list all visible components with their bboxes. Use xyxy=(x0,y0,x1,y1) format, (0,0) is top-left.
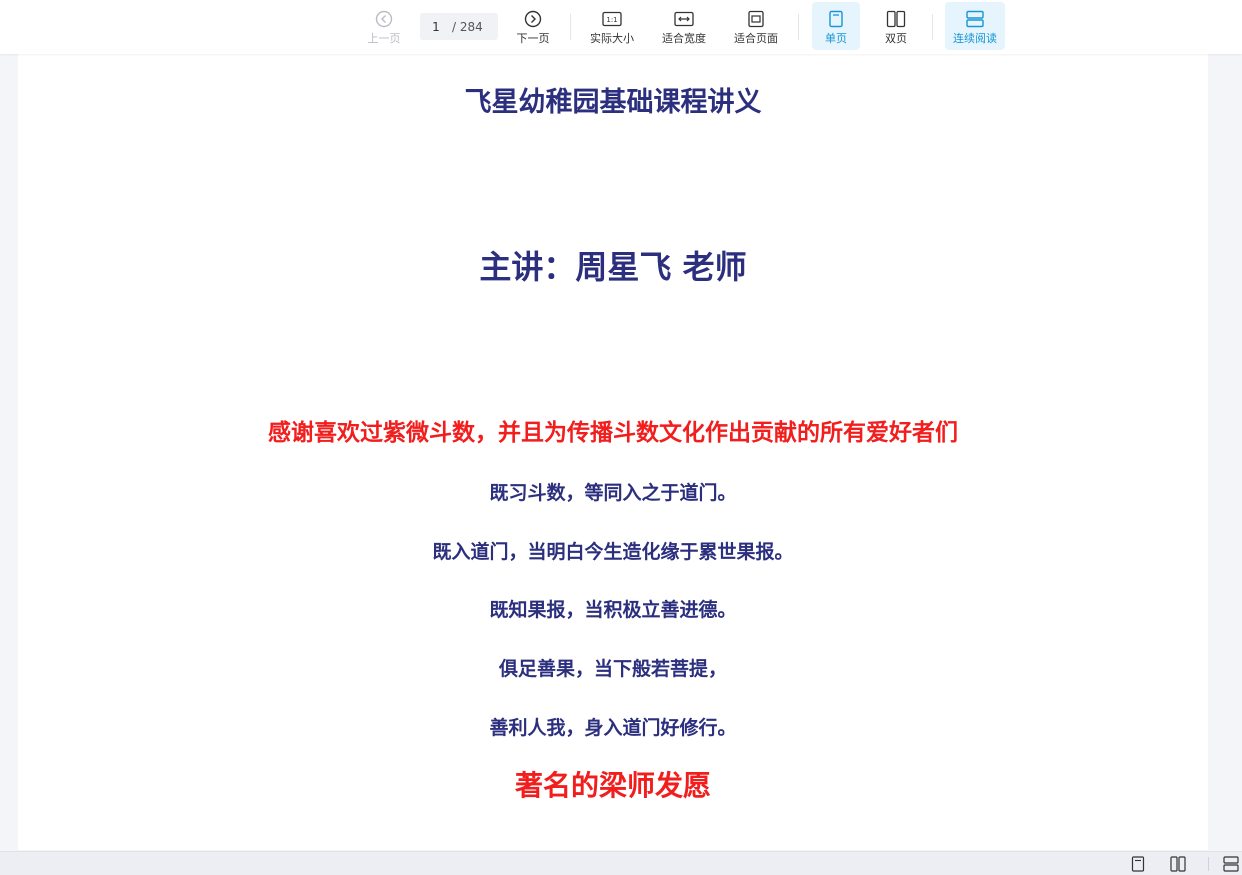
one-to-one-icon-text: 1:1 xyxy=(606,16,617,24)
fit-page-button[interactable]: 适合页面 xyxy=(728,2,784,50)
toolbar-divider xyxy=(570,14,571,40)
status-bar xyxy=(0,851,1242,875)
fit-page-icon xyxy=(745,8,767,30)
continuous-reading-icon xyxy=(1223,856,1239,872)
status-divider xyxy=(1208,857,1209,871)
page-indicator: 1 / 284 xyxy=(420,13,498,40)
actual-size-label: 实际大小 xyxy=(590,32,634,45)
prev-page-button[interactable]: 上一页 xyxy=(360,2,408,50)
thanks-line: 感谢喜欢过紫微斗数，并且为传播斗数文化作出贡献的所有爱好者们 xyxy=(268,419,958,446)
double-page-icon xyxy=(1170,856,1186,872)
fit-width-icon xyxy=(673,8,695,30)
double-page-label: 双页 xyxy=(885,32,907,45)
status-continuous-button[interactable] xyxy=(1222,855,1240,873)
lecturer-line: 主讲：周星飞 老师 xyxy=(479,248,747,286)
double-page-icon xyxy=(885,8,907,30)
verse-line: 善利人我，身入道门好修行。 xyxy=(489,717,737,739)
one-to-one-icon: 1:1 xyxy=(601,8,623,30)
verse-line: 既知果报，当积极立善进德。 xyxy=(489,599,737,621)
actual-size-button[interactable]: 1:1 实际大小 xyxy=(584,2,640,50)
document-page: 飞星幼稚园基础课程讲义 主讲：周星飞 老师 感谢喜欢过紫微斗数，并且为传播斗数文… xyxy=(18,54,1208,850)
fit-width-label: 适合宽度 xyxy=(662,32,706,45)
next-page-label: 下一页 xyxy=(516,32,550,45)
single-page-icon xyxy=(825,8,847,30)
verse-line: 俱足善果，当下般若菩提， xyxy=(498,658,727,680)
vow-heading: 著名的梁师发愿 xyxy=(514,769,711,802)
toolbar-divider xyxy=(798,14,799,40)
single-page-button[interactable]: 单页 xyxy=(812,2,860,50)
single-page-icon xyxy=(1131,856,1145,872)
verse-line: 既习斗数，等同入之于道门。 xyxy=(489,482,737,504)
toolbar-divider xyxy=(932,14,933,40)
circle-chevron-right-icon xyxy=(522,8,544,30)
document-title: 飞星幼稚园基础课程讲义 xyxy=(464,87,762,118)
fit-page-label: 适合页面 xyxy=(734,32,778,45)
continuous-reading-button[interactable]: 连续阅读 xyxy=(945,2,1005,50)
continuous-reading-label: 连续阅读 xyxy=(953,32,997,45)
continuous-reading-icon xyxy=(964,8,986,30)
single-page-label: 单页 xyxy=(825,32,847,45)
page-number-input[interactable]: 1 xyxy=(420,20,452,34)
status-single-page-button[interactable] xyxy=(1129,855,1147,873)
status-double-page-button[interactable] xyxy=(1169,855,1187,873)
fit-width-button[interactable]: 适合宽度 xyxy=(656,2,712,50)
next-page-button[interactable]: 下一页 xyxy=(509,2,557,50)
prev-page-label: 上一页 xyxy=(367,32,401,45)
viewer-toolbar: 上一页 1 / 284 下一页 1:1 实际大小 适合宽度 适合页面 单页 双页… xyxy=(0,0,1242,54)
double-page-button[interactable]: 双页 xyxy=(872,2,920,50)
circle-chevron-left-icon xyxy=(373,8,395,30)
verse-line: 既入道门，当明白今生造化缘于累世果报。 xyxy=(432,541,794,563)
page-total: / 284 xyxy=(452,19,483,34)
